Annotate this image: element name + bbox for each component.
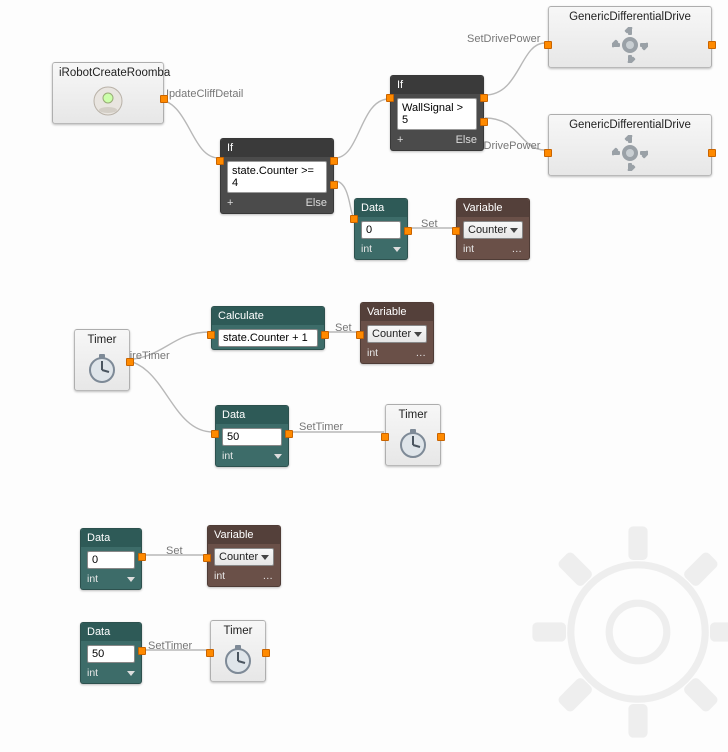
chevron-down-icon [510,228,518,233]
wire-label-settimer-2: SetTimer [148,640,192,652]
activity-title: GenericDifferentialDrive [555,119,705,131]
ellipsis-icon[interactable]: … [263,570,275,582]
gear-icon [612,135,648,171]
variable-block-3[interactable]: Variable Counter int … [207,525,281,587]
activity-title: GenericDifferentialDrive [555,11,705,23]
data-type-label: int [87,667,98,679]
activity-title: Timer [217,625,259,637]
activity-title: iRobotCreateRoomba [59,67,157,79]
if-block-counter[interactable]: If state.Counter >= 4 + Else [220,138,334,214]
data-block-50-1[interactable]: Data 50 int [215,405,289,467]
activity-timer-2[interactable]: Timer [385,404,441,466]
clock-icon [395,425,431,461]
wire-label-settimer-1: SetTimer [299,421,343,433]
data-header: Data [355,199,407,217]
variable-type-label: int [463,243,474,255]
wire-label-set-3: Set [166,545,183,557]
ellipsis-icon[interactable]: … [512,243,524,255]
activity-title: Timer [81,334,123,346]
if-else-label: Else [456,134,477,146]
variable-header: Variable [457,199,529,217]
data-type-label: int [222,450,233,462]
data-type-label: int [87,573,98,585]
data-header: Data [81,623,141,641]
variable-selected: Counter [219,551,258,563]
chevron-down-icon[interactable] [127,671,135,676]
variable-combo[interactable]: Counter [463,221,523,239]
chevron-down-icon[interactable] [393,247,401,252]
if-add-icon[interactable]: + [227,197,233,209]
chevron-down-icon[interactable] [127,577,135,582]
activity-title: Timer [392,409,434,421]
variable-header: Variable [361,303,433,321]
watermark-gear-icon [518,512,728,752]
data-header: Data [216,406,288,424]
variable-type-label: int [367,347,378,359]
data-block-zero-2[interactable]: Data 0 int [80,528,142,590]
activity-timer-3[interactable]: Timer [210,620,266,682]
data-header: Data [81,529,141,547]
variable-block-1[interactable]: Variable Counter int … [456,198,530,260]
variable-type-label: int [214,570,225,582]
wire-label-setdrivepower-1: SetDrivePower [467,33,540,45]
chevron-down-icon [261,555,269,560]
activity-diffdrive-2[interactable]: GenericDifferentialDrive [548,114,712,176]
variable-header: Variable [208,526,280,544]
if-add-icon[interactable]: + [397,134,403,146]
if-block-wallsignal[interactable]: If WallSignal > 5 + Else [390,75,484,151]
data-value-input[interactable]: 0 [87,551,135,569]
calculate-expr-input[interactable]: state.Counter + 1 [218,329,318,347]
data-type-label: int [361,243,372,255]
if-else-label: Else [306,197,327,209]
activity-diffdrive-1[interactable]: GenericDifferentialDrive [548,6,712,68]
if-header: If [391,76,483,94]
wire-label-set-1: Set [421,218,438,230]
data-block-50-2[interactable]: Data 50 int [80,622,142,684]
wire-label-updatecliff: UpdateCliffDetail [161,88,243,100]
variable-selected: Counter [372,328,411,340]
calculate-block[interactable]: Calculate state.Counter + 1 [211,306,325,350]
chevron-down-icon[interactable] [274,454,282,459]
ellipsis-icon[interactable]: … [416,347,428,359]
variable-combo[interactable]: Counter [367,325,427,343]
wire-label-set-2: Set [335,322,352,334]
if-condition-input[interactable]: state.Counter >= 4 [227,161,327,193]
data-value-input[interactable]: 50 [87,645,135,663]
if-header: If [221,139,333,157]
if-condition-input[interactable]: WallSignal > 5 [397,98,477,130]
clock-icon [84,350,120,386]
chevron-down-icon [414,332,422,337]
gear-icon [612,27,648,63]
variable-combo[interactable]: Counter [214,548,274,566]
data-value-input[interactable]: 0 [361,221,401,239]
variable-selected: Counter [468,224,507,236]
roomba-icon [90,83,126,119]
activity-timer-1[interactable]: Timer [74,329,130,391]
data-value-input[interactable]: 50 [222,428,282,446]
variable-block-2[interactable]: Variable Counter int … [360,302,434,364]
activity-roomba[interactable]: iRobotCreateRoomba [52,62,164,124]
data-block-zero-1[interactable]: Data 0 int [354,198,408,260]
calculate-header: Calculate [212,307,324,325]
clock-icon [220,641,256,677]
